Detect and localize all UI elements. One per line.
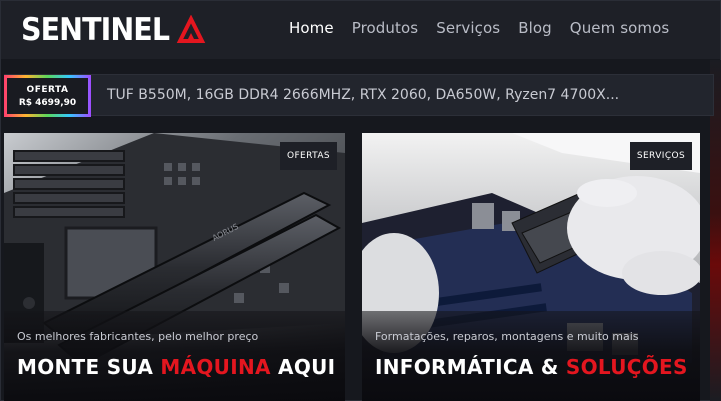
card-title-part1: INFORMÁTICA & [375, 355, 566, 379]
card-title-part2: AQUI [270, 355, 336, 379]
main-nav: Home Produtos Serviços Blog Quem somos [289, 19, 687, 37]
offer-price: R$ 4699,90 [18, 97, 77, 108]
card-title-accent: SOLUÇÕES [565, 355, 688, 379]
card-servicos[interactable]: SERVIÇOS Formatações, reparos, montagens… [362, 133, 700, 401]
card-subtitle: Formatações, reparos, montagens e muito … [375, 330, 639, 343]
nav-blog[interactable]: Blog [518, 19, 552, 37]
card-title[interactable]: MONTE SUA MÁQUINA AQUI [17, 355, 335, 379]
nav-home[interactable]: Home [289, 19, 334, 37]
brand-name: SENTINEL [21, 12, 170, 48]
card-title-part1: MONTE SUA [17, 355, 161, 379]
card-title[interactable]: INFORMÁTICA & SOLUÇÕES [375, 355, 688, 379]
triangle-logo-icon [176, 15, 206, 43]
card-title-accent: MÁQUINA [160, 355, 271, 379]
nav-produtos[interactable]: Produtos [352, 19, 419, 37]
brand-logo[interactable]: SENTINEL [21, 10, 206, 50]
offer-description[interactable]: TUF B550M, 16GB DDR4 2666MHZ, RTX 2060, … [107, 87, 619, 103]
nav-servicos[interactable]: Serviços [436, 19, 500, 37]
offer-badge[interactable]: OFERTA R$ 4699,90 [4, 75, 91, 117]
site-header: SENTINEL Home Produtos Serviços Blog Que… [1, 1, 720, 59]
card-subtitle: Os melhores fabricantes, pelo melhor pre… [17, 330, 259, 343]
offer-label: OFERTA [26, 84, 69, 95]
card-tag-ofertas[interactable]: OFERTAS [280, 142, 337, 170]
nav-quem-somos[interactable]: Quem somos [570, 19, 670, 37]
card-ofertas[interactable]: AORUS OFERTAS Os melhores fabricantes, p… [4, 133, 345, 401]
card-tag-servicos[interactable]: SERVIÇOS [630, 142, 692, 170]
